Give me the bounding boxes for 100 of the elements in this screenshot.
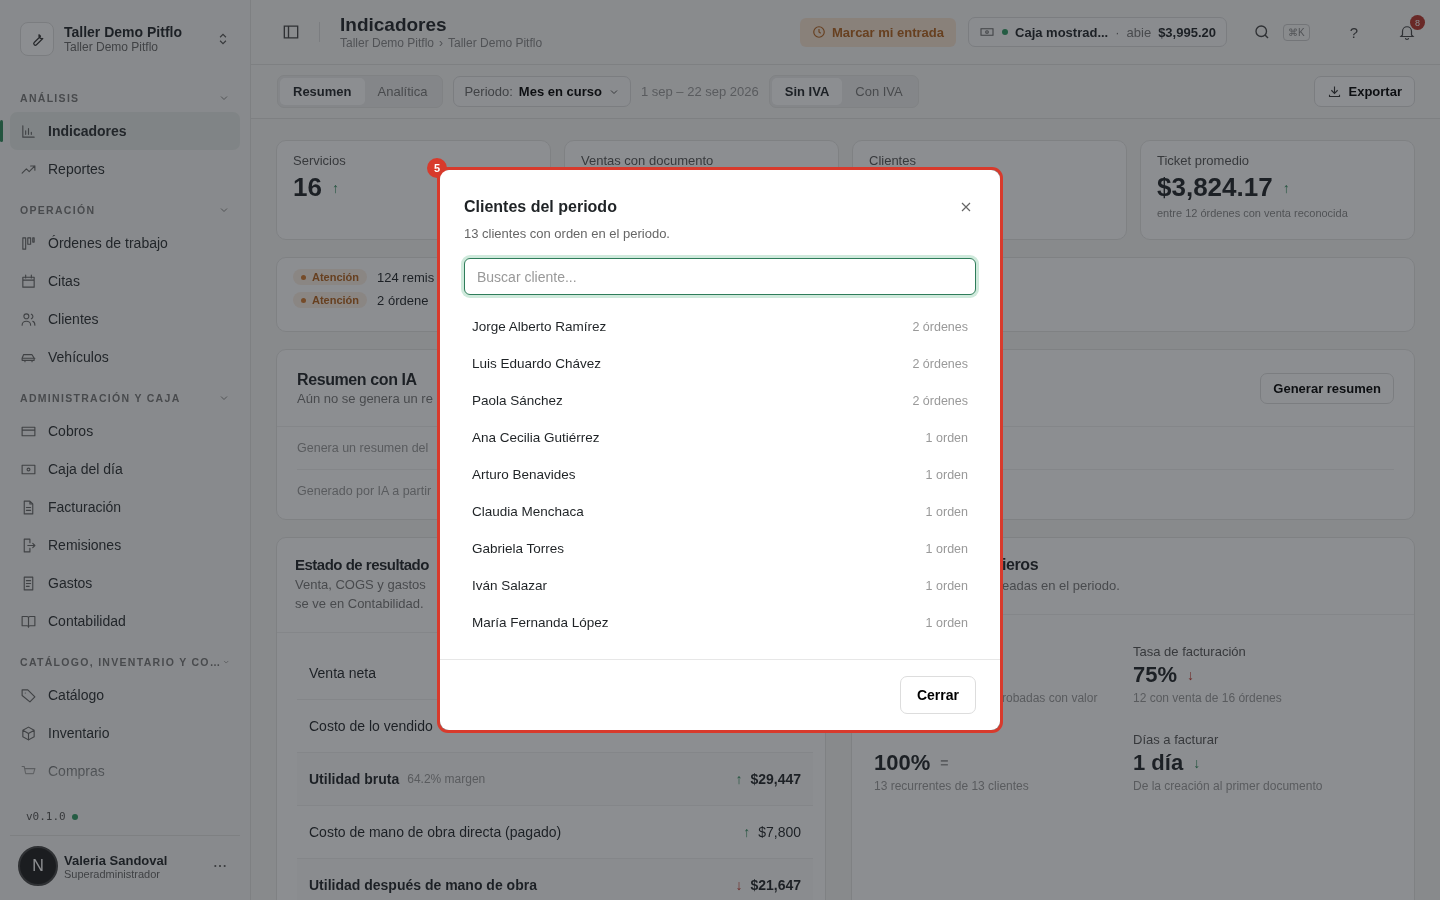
client-list-item[interactable]: Arturo Benavides 1 orden: [472, 456, 968, 493]
columns-icon: [20, 234, 37, 252]
dialog-title: Clientes del periodo: [464, 198, 617, 216]
organization-subtitle: Taller Demo Pitflo: [64, 40, 160, 54]
notification-badge: 8: [1410, 15, 1425, 30]
register-name: Caja mostrad...: [1015, 24, 1109, 40]
trend-arrow: ↑: [331, 179, 339, 196]
clock-in-button[interactable]: Marcar mi entrada: [800, 17, 956, 47]
wrench-icon: [20, 22, 54, 56]
client-list-item[interactable]: Paola Sánchez 2 órdenes: [472, 382, 968, 419]
organization-name: Taller Demo Pitflo: [64, 24, 183, 40]
section-title: OPERACIÓN: [20, 204, 96, 216]
kpi-label: Clientes: [869, 153, 916, 168]
sidebar-item[interactable]: Catálogo: [10, 676, 240, 714]
kpi-label: Servicios: [293, 153, 346, 168]
cash-register-pill[interactable]: Caja mostrad... · abie $3,995.20: [968, 17, 1227, 47]
view-tab[interactable]: Resumen: [280, 78, 365, 105]
metric-value: 100%: [874, 750, 931, 776]
tax-tab[interactable]: Con IVA: [842, 78, 916, 105]
section-title: ANÁLISIS: [20, 92, 80, 104]
sidebar-item[interactable]: Remisiones: [10, 526, 240, 564]
trend-arrow: ↓: [735, 877, 743, 893]
client-list-item[interactable]: Jorge Alberto Ramírez 2 órdenes: [472, 308, 968, 345]
close-button[interactable]: Cerrar: [899, 676, 976, 714]
section-title: ADMINISTRACIÓN Y CAJA: [20, 392, 181, 404]
sidebar-item[interactable]: Caja del día: [10, 450, 240, 488]
trend-arrow: ↑: [735, 771, 743, 787]
trend-arrow: ↓: [1187, 667, 1195, 683]
client-list-item[interactable]: Claudia Menchaca 1 orden: [472, 493, 968, 530]
box-icon: [20, 724, 37, 742]
sidebar-item[interactable]: Compras: [10, 752, 240, 790]
calendar-icon: [20, 272, 37, 290]
kpi-label: Ventas con documento: [581, 153, 714, 168]
trend-arrow: =: [940, 755, 949, 771]
kpi-label: Ticket promedio: [1157, 153, 1249, 168]
metric-label: Tasa de facturación: [1133, 644, 1247, 659]
sidebar-item[interactable]: Gastos: [10, 564, 240, 602]
users-icon: [20, 310, 37, 328]
kpi-value: $3,824.17: [1157, 172, 1273, 203]
client-list-item[interactable]: Iván Salazar 1 orden: [472, 567, 968, 604]
client-list-item[interactable]: María Fernanda López 1 orden: [472, 604, 968, 641]
card-description: eadas en el periodo.: [1002, 578, 1120, 593]
export-button[interactable]: Exportar: [1313, 76, 1415, 107]
kpi-value: 16: [293, 172, 322, 203]
tag-icon: [20, 686, 37, 704]
tax-tab[interactable]: Sin IVA: [771, 78, 843, 105]
trend-arrow: ↓: [1193, 755, 1201, 771]
register-amount: $3,995.20: [1158, 24, 1216, 40]
generate-summary-button[interactable]: Generar resumen: [1260, 372, 1394, 404]
trend-arrow: ↑: [1282, 179, 1290, 196]
sidebar-item[interactable]: Inventario: [10, 714, 240, 752]
sidebar-item[interactable]: Cobros: [10, 412, 240, 450]
card-description: Aún no se genera un re: [297, 390, 433, 406]
section-title: CATÁLOGO, INVENTARIO Y CO…: [20, 656, 222, 668]
sidebar-item[interactable]: Clientes: [10, 300, 240, 338]
clock-icon: [812, 25, 826, 39]
sidebar-item[interactable]: Reportes: [10, 150, 240, 188]
search-icon[interactable]: [1253, 23, 1271, 41]
user-name: Valeria Sandoval: [64, 852, 169, 868]
row-label: Costo de mano de obra directa (pagado): [309, 824, 562, 840]
search-field[interactable]: Buscar cliente...: [464, 258, 976, 295]
alert-text: 2 órdene: [377, 292, 429, 308]
sidebar-item[interactable]: Contabilidad: [10, 602, 240, 640]
metric-label: Días a facturar: [1133, 732, 1220, 747]
row-label: Utilidad después de mano de obra: [309, 877, 537, 893]
client-list-item[interactable]: Ana Cecilia Gutiérrez 1 orden: [472, 419, 968, 456]
help-button[interactable]: ?: [1343, 22, 1364, 42]
download-icon: [1326, 84, 1342, 99]
breadcrumb-separator: ›: [439, 36, 444, 50]
sidebar-item[interactable]: Vehículos: [10, 338, 240, 376]
sidebar-item[interactable]: Citas: [10, 262, 240, 300]
version-label: v0.1.0: [26, 810, 66, 823]
card-title: ieros: [1002, 556, 1039, 574]
status-dot: [71, 813, 78, 820]
trend-arrow: ↑: [743, 824, 751, 840]
row-value: $29,447: [750, 771, 801, 787]
bell-icon[interactable]: [1398, 23, 1416, 41]
user-role: Superadministrador: [64, 867, 161, 880]
client-list-item[interactable]: Gabriela Torres 1 orden: [472, 530, 968, 567]
period-select[interactable]: Periodo: Mes en curso: [453, 76, 631, 107]
view-tab[interactable]: Analítica: [364, 78, 441, 105]
card-title: Estado de resultado: [295, 556, 429, 573]
row-value: $7,800: [758, 824, 801, 840]
row-label: Utilidad bruta: [309, 771, 400, 787]
card-description: se ve en Contabilidad.: [295, 596, 424, 611]
dialog-subtitle: 13 clientes con orden en el periodo.: [463, 225, 671, 241]
card-description: Venta, COGS y gastos: [295, 577, 426, 592]
status-dot: [1002, 29, 1008, 35]
sidebar-item[interactable]: Facturación: [10, 488, 240, 526]
page-title: Indicadores: [340, 14, 448, 36]
alert-text: 124 remis: [377, 269, 435, 285]
metric-value: 1 día: [1133, 750, 1184, 776]
attention-badge: Atención: [293, 292, 368, 308]
row-label: Costo de lo vendido: [309, 718, 433, 734]
client-list-item[interactable]: Luis Eduardo Chávez 2 órdenes: [472, 345, 968, 382]
breadcrumb-link[interactable]: Taller Demo Pitflo: [448, 36, 543, 50]
breadcrumb-link[interactable]: Taller Demo Pitflo: [340, 36, 435, 50]
separator-dot: ·: [1115, 24, 1120, 40]
row-value: $21,647: [750, 877, 801, 893]
sidebar-item[interactable]: Órdenes de trabajo: [10, 224, 240, 262]
